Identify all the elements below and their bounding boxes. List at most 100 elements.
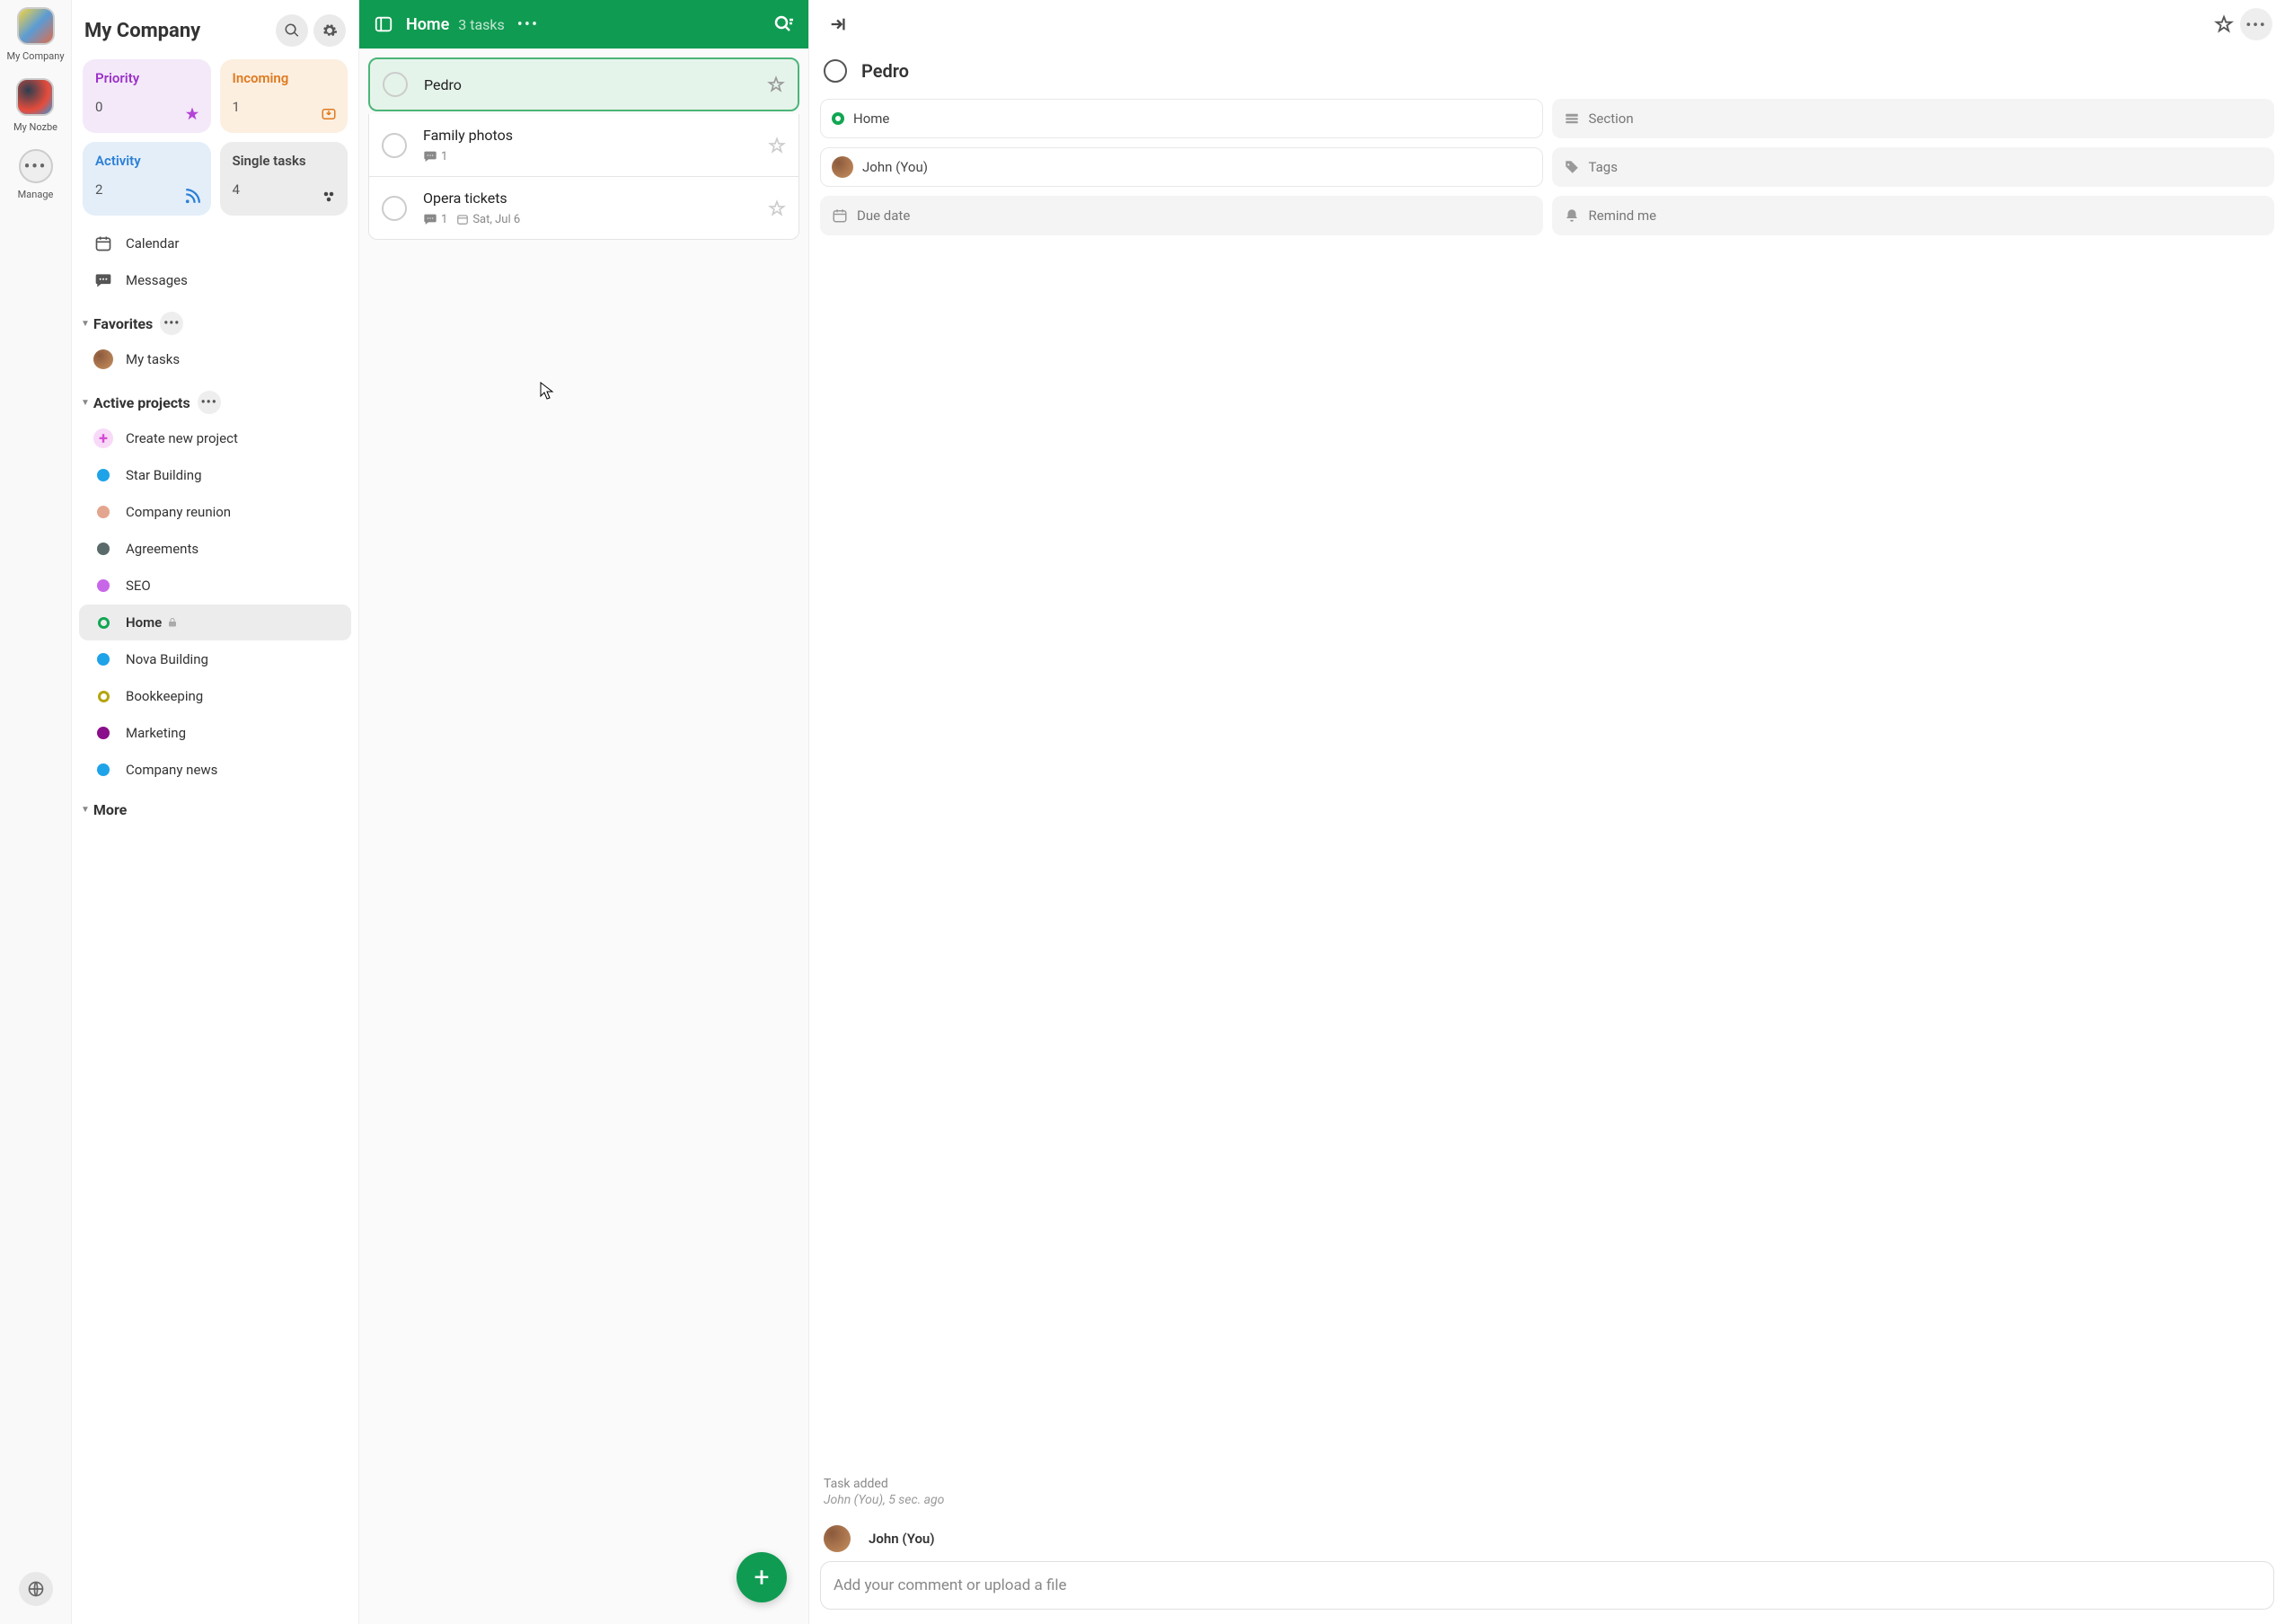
section-menu-button[interactable]: ••• [160,312,183,335]
sidebar-item-project[interactable]: Company reunion [79,494,351,530]
task-checkbox[interactable] [382,196,407,221]
star-icon [768,199,786,217]
prop-tags[interactable]: Tags [1552,147,2275,187]
workspace-label: My Nozbe [13,121,57,133]
task-date: Sat, Jul 6 [456,213,520,226]
cluster-icon [321,189,337,205]
star-task-button[interactable] [767,75,785,93]
filter-button[interactable] [772,13,794,35]
comment-input[interactable]: Add your comment or upload a file [820,1561,2274,1610]
globe-button[interactable] [19,1572,53,1606]
section-label: Favorites [93,315,153,332]
section-favorites[interactable]: ▼ Favorites ••• [72,299,358,340]
card-single-tasks[interactable]: Single tasks 4 [220,142,348,216]
section-menu-button[interactable]: ••• [198,391,221,414]
workspace-company[interactable]: My Company [6,7,64,62]
workspace-rail: My Company My Nozbe ••• Manage [0,0,72,1624]
complete-task-checkbox[interactable] [824,59,847,83]
ellipsis-icon: ••• [19,149,53,183]
task-row[interactable]: Pedro [368,57,799,111]
panel-toggle-button[interactable] [374,14,393,34]
card-activity[interactable]: Activity 2 [83,142,211,216]
card-priority[interactable]: Priority 0 [83,59,211,133]
prop-due-date[interactable]: Due date [820,196,1543,235]
task-title[interactable]: Pedro [861,60,909,82]
prop-remind[interactable]: Remind me [1552,196,2275,235]
ellipsis-icon: ••• [2245,16,2266,33]
main-header: Home 3 tasks ••• [359,0,808,49]
add-task-button[interactable]: + [737,1552,787,1602]
project-dot-icon [98,691,110,702]
workspace-label: Manage [18,189,54,200]
activity-log: Task added John (You), 5 sec. ago [809,1477,2285,1516]
prop-label: Tags [1589,159,1618,175]
user-avatar-icon [824,1525,851,1552]
star-task-button[interactable] [768,137,786,154]
sidebar-icon [374,14,393,34]
section-icon [1564,110,1580,127]
sidebar-item-project[interactable]: Star Building [79,457,351,493]
task-checkbox[interactable] [382,133,407,158]
sidebar-title: My Company [84,20,270,42]
comment-author-row: John (You) [809,1516,2285,1556]
sidebar-item-label: Home [126,614,162,631]
task-title-row: Pedro [809,49,2285,99]
project-dot-icon [97,543,110,555]
tag-icon [1564,159,1580,175]
workspace-personal[interactable]: My Nozbe [13,78,57,133]
card-incoming[interactable]: Incoming 1 [220,59,348,133]
sidebar-item-calendar[interactable]: Calendar [79,225,351,261]
company-avatar-icon [17,7,55,45]
section-more[interactable]: ▼ More [72,789,358,824]
comment-author: John (You) [869,1531,935,1547]
activity-label: Task added [824,1477,2271,1491]
card-count: 1 [233,99,336,115]
project-menu-button[interactable]: ••• [517,15,539,34]
star-task-button[interactable] [2208,8,2240,40]
globe-icon [27,1580,45,1598]
task-list: Pedro Family photos 1 Opera tickets 1 Sa… [359,49,808,249]
star-task-button[interactable] [768,199,786,217]
star-icon [184,106,200,122]
task-menu-button[interactable]: ••• [2240,8,2272,40]
sidebar-item-project[interactable]: SEO [79,568,351,604]
sidebar-item-label: Calendar [126,235,180,252]
task-row[interactable]: Opera tickets 1 Sat, Jul 6 [368,177,799,240]
prop-assignee[interactable]: John (You) [820,147,1543,187]
task-row[interactable]: Family photos 1 [368,114,799,177]
sidebar-item-project[interactable]: Nova Building [79,641,351,677]
prop-label: Home [853,110,889,127]
prop-section[interactable]: Section [1552,99,2275,138]
sidebar-item-project[interactable]: Bookkeeping [79,678,351,714]
star-icon [768,137,786,154]
sidebar-item-project[interactable]: Agreements [79,531,351,567]
sidebar-item-label: Marketing [126,725,186,741]
task-checkbox[interactable] [383,72,408,97]
sidebar-item-label: Messages [126,272,188,288]
project-dot-icon [97,727,110,739]
card-count: 0 [95,99,199,115]
sidebar-item-project[interactable]: Home [79,605,351,640]
prop-project[interactable]: Home [820,99,1543,138]
activity-meta: John (You), 5 sec. ago [824,1493,2271,1507]
collapse-panel-button[interactable] [822,8,854,40]
sidebar-item-project[interactable]: Company news [79,752,351,788]
search-button[interactable] [276,14,308,47]
chevron-down-icon: ▼ [81,398,90,408]
card-label: Activity [95,153,199,169]
plus-icon: + [754,1562,769,1593]
sidebar-item-label: Star Building [126,467,202,483]
search-icon [284,22,300,39]
comment-placeholder: Add your comment or upload a file [834,1576,1067,1594]
task-title: Family photos [423,127,768,144]
sidebar-item-messages[interactable]: Messages [79,262,351,298]
sidebar-item-create-project[interactable]: + Create new project [79,420,351,456]
filter-search-icon [772,13,794,35]
section-active-projects[interactable]: ▼ Active projects ••• [72,378,358,419]
project-dot-icon [97,469,110,481]
card-label: Priority [95,70,199,86]
workspace-manage[interactable]: ••• Manage [18,149,54,200]
sidebar-item-my-tasks[interactable]: My tasks [79,341,351,377]
settings-button[interactable] [313,14,346,47]
sidebar-item-project[interactable]: Marketing [79,715,351,751]
